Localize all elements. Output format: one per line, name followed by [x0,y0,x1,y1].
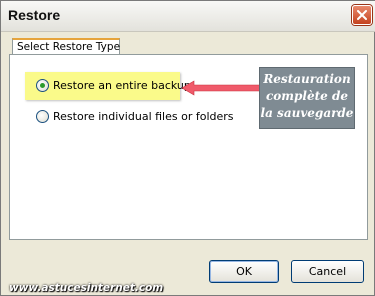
annotation-box: Restauration complète de la sauvegarde [259,67,355,129]
close-button[interactable] [352,5,372,25]
annotation-line-2: complète de [266,89,348,103]
cancel-button[interactable]: Cancel [291,260,364,283]
ok-button[interactable]: OK [209,260,279,283]
arrow-icon [182,80,260,96]
option-label-entire-backup: Restore an entire backup [53,79,191,92]
watermark: www.astucesinternet.com [9,282,164,294]
radio-individual-files[interactable] [36,110,49,123]
close-icon [357,10,367,20]
tab-label: Select Restore Type [17,41,121,53]
annotation-line-1: Restauration [263,72,351,86]
annotation-line-3: la sauvegarde [260,106,354,120]
title-bar[interactable]: Restore [1,1,375,32]
option-label-individual-files: Restore individual files or folders [53,110,234,123]
window-title: Restore [8,7,61,23]
restore-dialog: Restore Select Restore Type Restore an e… [0,0,375,296]
tab-select-restore-type[interactable]: Select Restore Type [12,38,120,55]
radio-entire-backup[interactable] [36,79,49,92]
